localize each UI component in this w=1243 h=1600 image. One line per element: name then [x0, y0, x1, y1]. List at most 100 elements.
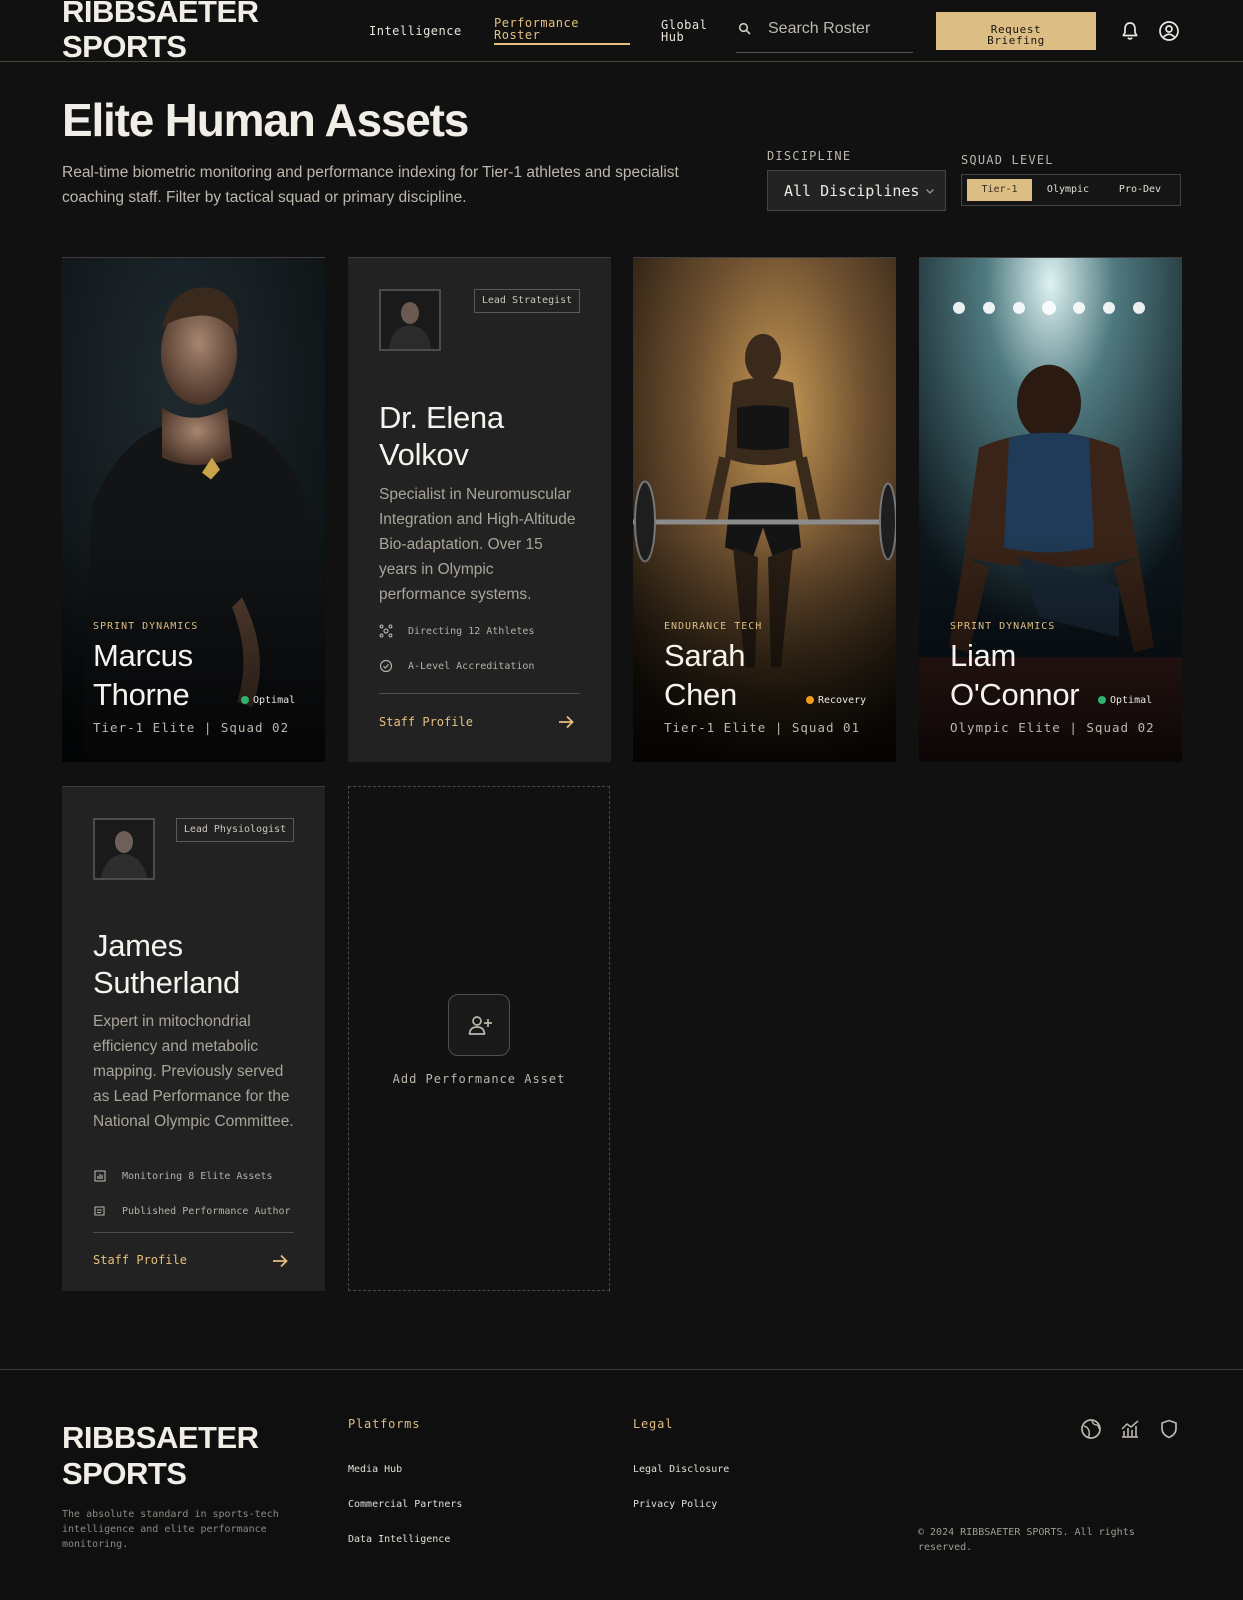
page-title: Elite Human Assets — [62, 94, 469, 146]
add-performance-asset-card[interactable]: Add Performance Asset — [348, 786, 610, 1291]
brand-logo-line2: SPORTS — [62, 29, 187, 64]
brand-logo-line1: RIBBSAETER — [62, 0, 259, 29]
staff-card-james-sutherland[interactable]: Lead Physiologist James Sutherland Exper… — [62, 786, 325, 1291]
globe-icon[interactable] — [1080, 1418, 1102, 1440]
user-circle-icon[interactable] — [1158, 20, 1180, 42]
squad-level-label: SQUAD LEVEL — [961, 153, 1054, 167]
user-plus-icon — [468, 1016, 492, 1035]
verified-badge-icon — [379, 659, 393, 673]
athlete-category: SPRINT DYNAMICS — [950, 621, 1056, 632]
shield-icon[interactable] — [1158, 1418, 1180, 1440]
squad-option-pro-dev[interactable]: Pro-Dev — [1106, 179, 1174, 201]
status-badge: Recovery — [806, 695, 866, 706]
staff-last-name: Volkov — [379, 437, 469, 472]
squad-level-toggle: Tier-1 Olympic Pro-Dev — [961, 174, 1181, 206]
athlete-card-liam-oconnor[interactable]: SPRINT DYNAMICS Liam O'Connor Optimal Ol… — [919, 257, 1182, 762]
footer-legal-heading: Legal — [633, 1417, 674, 1431]
footer-platforms-heading: Platforms — [348, 1417, 421, 1431]
arrow-right-icon[interactable] — [270, 1251, 290, 1271]
footer-logo-line2: SPORTS — [62, 1456, 187, 1491]
athlete-last-name: Thorne — [93, 677, 190, 712]
status-badge: Optimal — [241, 695, 295, 706]
athlete-card-marcus-thorne[interactable]: SPRINT DYNAMICS Marcus Thorne Optimal Ti… — [62, 257, 325, 762]
status-dot — [1098, 696, 1106, 704]
add-asset-label: Add Performance Asset — [392, 1072, 566, 1086]
chart-icon — [94, 1170, 106, 1182]
footer-link-legal-disclosure[interactable]: Legal Disclosure — [633, 1464, 729, 1475]
staff-description: Specialist in Neuromuscular Integration … — [379, 486, 576, 603]
status-dot — [241, 696, 249, 704]
search-roster — [736, 10, 913, 53]
status-label: Recovery — [818, 695, 867, 706]
athlete-meta: Tier-1 Elite | Squad 01 — [664, 720, 861, 735]
athlete-category: SPRINT DYNAMICS — [93, 621, 199, 632]
page-description: Real-time biometric monitoring and perfo… — [62, 164, 679, 206]
search-input[interactable] — [768, 18, 908, 40]
network-icon — [379, 624, 393, 638]
athlete-meta: Tier-1 Elite | Squad 02 — [93, 720, 290, 735]
brand-logo[interactable]: RIBBSAETER SPORTS — [62, 0, 259, 64]
staff-stat-text: Directing 12 Athletes — [408, 626, 535, 637]
bell-icon[interactable] — [1119, 20, 1141, 42]
athlete-last-name: Chen — [664, 677, 737, 712]
staff-portrait — [95, 820, 153, 878]
staff-profile-link[interactable]: Staff Profile — [379, 715, 473, 729]
footer-link-media-hub[interactable]: Media Hub — [348, 1464, 402, 1475]
copyright: © 2024 RIBBSAETER SPORTS. All rights res… — [918, 1527, 1135, 1553]
nav-global-hub-line2: Hub — [661, 30, 685, 44]
status-label: Optimal — [253, 695, 296, 706]
role-tag: Lead Physiologist — [176, 818, 294, 842]
request-briefing-button[interactable]: Request Briefing — [936, 12, 1096, 50]
discipline-label: DISCIPLINE — [767, 149, 852, 163]
staff-card-elena-volkov[interactable]: Lead Strategist Dr. Elena Volkov Special… — [348, 257, 611, 762]
top-header: RIBBSAETER SPORTS Intelligence Performan… — [0, 0, 1243, 64]
staff-profile-link[interactable]: Staff Profile — [93, 1253, 187, 1267]
document-icon — [94, 1206, 105, 1216]
nav-active-underline — [494, 43, 630, 45]
status-label: Optimal — [1110, 695, 1153, 706]
staff-portrait — [381, 291, 439, 349]
nav-performance-roster-line2: Roster — [494, 28, 541, 42]
athlete-meta: Olympic Elite | Squad 02 — [950, 720, 1155, 735]
athlete-card-sarah-chen[interactable]: ENDURANCE TECH Sarah Chen Recovery Tier-… — [633, 257, 896, 762]
status-badge: Optimal — [1098, 695, 1152, 706]
staff-name: Dr. Elena Volkov — [379, 399, 504, 473]
discipline-select[interactable]: All Disciplines — [767, 170, 946, 211]
footer-link-privacy-policy[interactable]: Privacy Policy — [633, 1499, 717, 1510]
athlete-name: Marcus Thorne — [93, 636, 193, 714]
discipline-select-value: All Disciplines — [784, 182, 920, 200]
chevron-down-icon — [926, 189, 934, 194]
avatar — [93, 818, 155, 880]
footer-logo-line1: RIBBSAETER — [62, 1420, 259, 1455]
nav-intelligence[interactable]: Intelligence — [369, 25, 462, 37]
athlete-first-name: Liam — [950, 638, 1016, 673]
squad-option-tier-1[interactable]: Tier-1 — [967, 179, 1032, 201]
nav-performance-roster[interactable]: Performance Roster — [494, 17, 579, 41]
athlete-name: Sarah Chen — [664, 636, 746, 714]
add-asset-button[interactable] — [448, 994, 510, 1056]
arrow-right-icon[interactable] — [556, 712, 576, 732]
search-icon — [738, 22, 751, 35]
status-dot — [806, 696, 814, 704]
athlete-last-name: O'Connor — [950, 677, 1080, 712]
athlete-category: ENDURANCE TECH — [664, 621, 763, 632]
staff-stat-text: A-Level Accreditation — [408, 661, 535, 672]
avatar — [379, 289, 441, 351]
footer-logo[interactable]: RIBBSAETER SPORTS — [62, 1420, 259, 1492]
footer-link-data-intelligence[interactable]: Data Intelligence — [348, 1534, 450, 1545]
staff-name: James Sutherland — [93, 927, 240, 1001]
nav-global-hub[interactable]: Global Hub — [661, 19, 707, 43]
footer-tagline: The absolute standard in sports-tech int… — [62, 1509, 279, 1550]
analytics-icon[interactable] — [1119, 1418, 1141, 1440]
staff-stat-text: Monitoring 8 Elite Assets — [122, 1171, 273, 1182]
divider — [379, 693, 580, 694]
staff-last-name: Sutherland — [93, 965, 240, 1000]
nav-intelligence-label: Intelligence — [369, 24, 462, 38]
staff-description: Expert in mitochondrial efficiency and m… — [93, 1013, 294, 1130]
staff-stat-text: Published Performance Author — [122, 1206, 291, 1217]
request-briefing-line2: Briefing — [987, 33, 1045, 47]
squad-option-olympic[interactable]: Olympic — [1034, 179, 1102, 201]
footer-link-commercial-partners[interactable]: Commercial Partners — [348, 1499, 462, 1510]
athlete-first-name: Marcus — [93, 638, 193, 673]
staff-first-name: James — [93, 928, 183, 963]
